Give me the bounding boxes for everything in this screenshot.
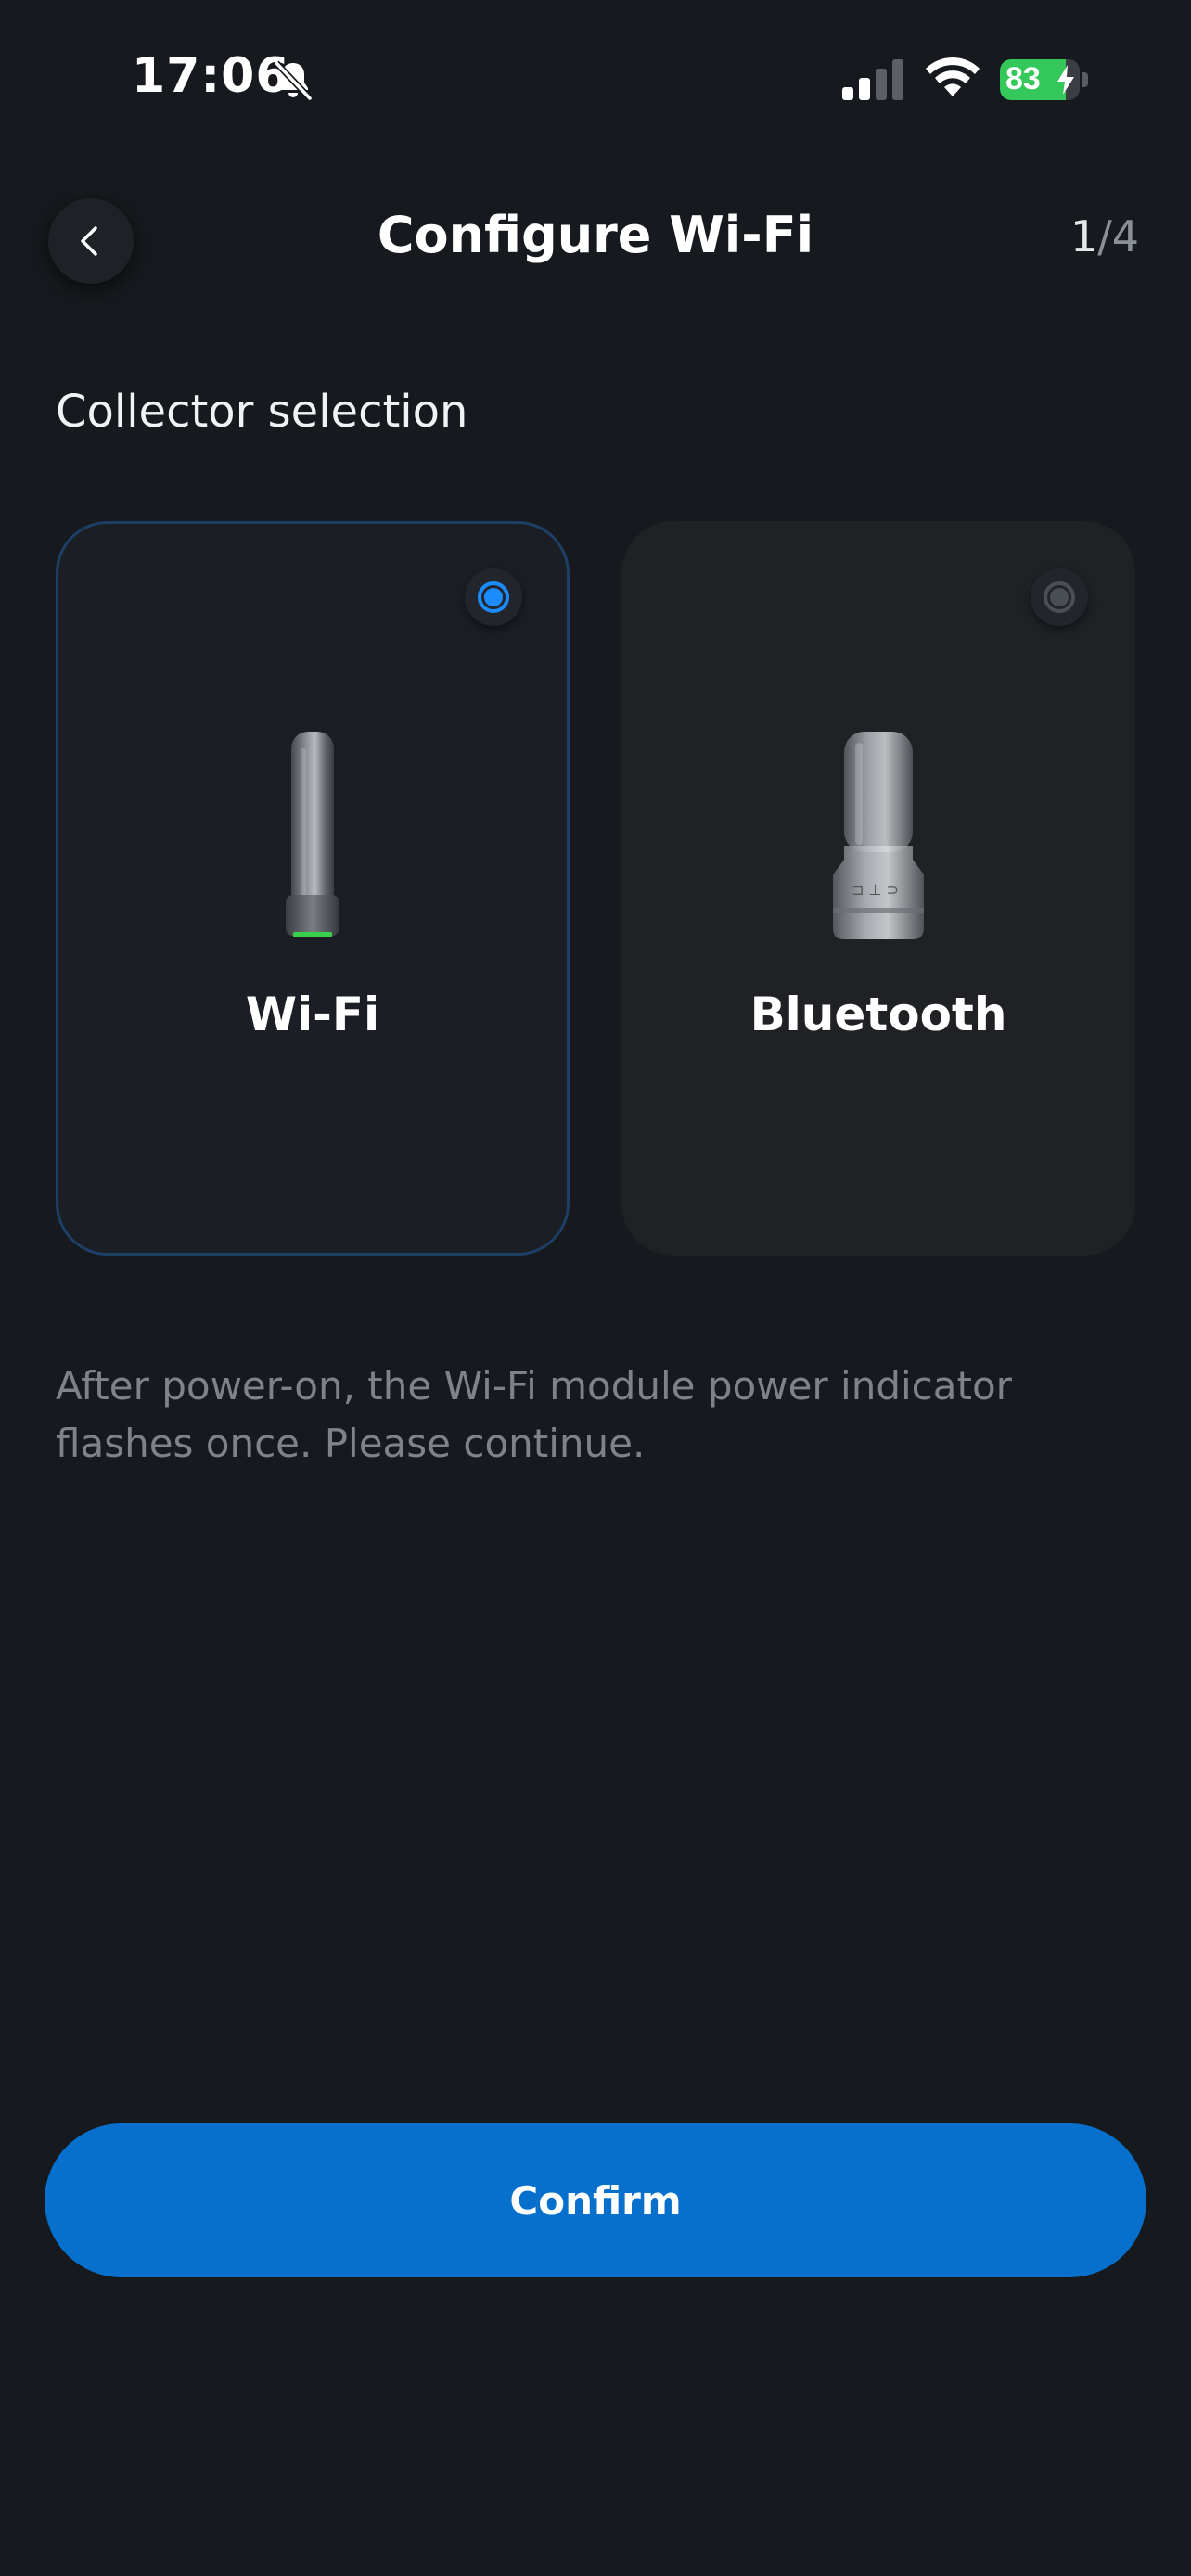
- status-bar: 17:06 83: [0, 0, 1191, 158]
- status-time: 17:06: [132, 48, 290, 104]
- step-indicator: 1/4: [1070, 211, 1139, 261]
- section-label: Collector selection: [56, 386, 468, 438]
- signal-icon: [842, 59, 903, 100]
- step-total: 4: [1111, 211, 1139, 261]
- svg-text:⊐ ⊥ ⊃: ⊐ ⊥ ⊃: [852, 881, 899, 899]
- wifi-icon: [926, 57, 980, 96]
- radio-unselected[interactable]: [1031, 568, 1088, 626]
- battery-cap: [1082, 72, 1088, 87]
- wifi-collector-device: [286, 732, 339, 937]
- radio-dot: [484, 588, 503, 606]
- hint-text: After power-on, the Wi-Fi module power i…: [56, 1363, 1012, 1466]
- radio-ring: [1044, 581, 1075, 613]
- confirm-button[interactable]: Confirm: [45, 2123, 1146, 2277]
- radio-dot: [1050, 588, 1069, 606]
- step-current: 1: [1069, 211, 1098, 261]
- option-label: Bluetooth: [749, 988, 1007, 1041]
- battery-body: 83: [1000, 59, 1080, 100]
- battery-percent: 83: [1005, 61, 1041, 96]
- option-card-wifi[interactable]: Wi-Fi: [56, 521, 570, 1256]
- option-label: Wi-Fi: [245, 988, 380, 1041]
- bolt-icon: [1057, 65, 1074, 95]
- radio-selected[interactable]: [465, 568, 522, 626]
- step-separator: /: [1097, 211, 1112, 261]
- radio-ring: [478, 581, 509, 613]
- battery-indicator: 83: [1000, 59, 1091, 100]
- option-card-bluetooth[interactable]: ⊐ ⊥ ⊃ Bluetooth: [621, 521, 1135, 1256]
- page-title: Configure Wi-Fi: [377, 206, 814, 264]
- bell-off-icon: [274, 60, 313, 101]
- bluetooth-collector-device: ⊐ ⊥ ⊃: [833, 732, 924, 939]
